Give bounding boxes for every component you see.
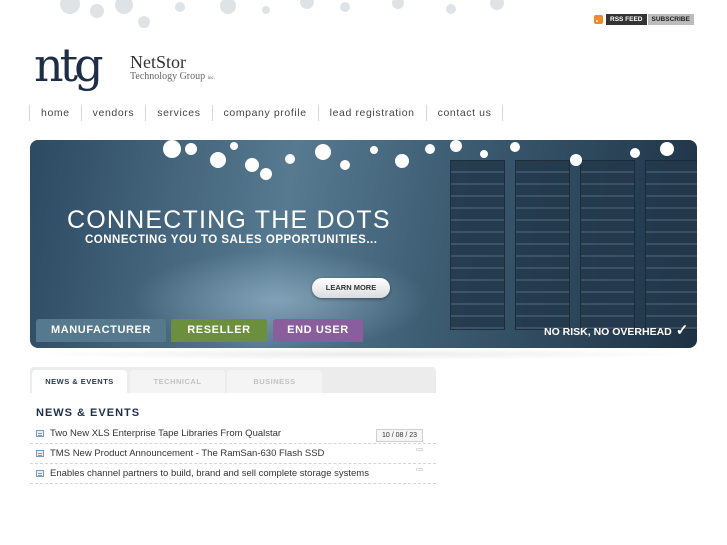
tab-technical[interactable]: TECHNICAL — [130, 370, 225, 393]
news-item[interactable]: Enables channel partners to build, brand… — [30, 464, 436, 484]
server-racks-image — [450, 160, 697, 330]
nav-vendors[interactable]: vendors — [80, 105, 146, 121]
rss-feed-label[interactable]: RSS FEED — [606, 13, 647, 25]
banner-subheadline: CONNECTING YOU TO SALES OPPORTUNITIES... — [85, 234, 378, 246]
rss-subscribe[interactable]: RSS FEED SUBSCRIBE — [594, 12, 694, 26]
tab-reseller[interactable]: RESELLER — [171, 319, 267, 342]
document-icon — [36, 450, 44, 457]
news-item-title[interactable]: TMS New Product Announcement - The RamSa… — [50, 448, 324, 459]
subscribe-button[interactable]: SUBSCRIBE — [647, 13, 694, 25]
nav-home[interactable]: home — [29, 105, 81, 121]
tab-news-events[interactable]: NEWS & EVENTS — [32, 370, 127, 393]
banner-tagline: NO RISK, NO OVERHEAD ✓ — [544, 322, 689, 339]
nav-lead-registration[interactable]: lead registration — [317, 105, 426, 121]
logo-mark: ntg — [34, 38, 104, 92]
checkmark-icon: ✓ — [675, 322, 689, 339]
banner-shadow — [30, 348, 697, 360]
main-nav: home vendors services company profile le… — [29, 105, 504, 121]
nav-services[interactable]: services — [145, 105, 211, 121]
news-item[interactable]: TMS New Product Announcement - The RamSa… — [30, 444, 436, 464]
company-logo[interactable]: ntg NetStor Technology Group inc. — [34, 38, 234, 102]
learn-more-button[interactable]: LEARN MORE — [312, 278, 390, 298]
banner-headline: CONNECTING THE DOTS — [67, 206, 391, 234]
news-list: Two New XLS Enterprise Tape Libraries Fr… — [30, 424, 436, 484]
tab-business[interactable]: BUSINESS — [227, 370, 322, 393]
document-icon — [36, 430, 44, 437]
tab-end-user[interactable]: END USER — [273, 319, 363, 342]
nav-contact-us[interactable]: contact us — [425, 105, 503, 121]
rss-icon — [594, 14, 603, 24]
nav-divider — [502, 105, 504, 121]
hero-banner: CONNECTING THE DOTS CONNECTING YOU TO SA… — [30, 140, 697, 348]
tab-manufacturer[interactable]: MANUFACTURER — [36, 319, 166, 342]
logo-tagline: Technology Group inc. — [130, 71, 215, 82]
news-heading: NEWS & EVENTS — [36, 407, 141, 419]
content-tabs: NEWS & EVENTS TECHNICAL BUSINESS — [30, 367, 436, 393]
document-icon — [36, 470, 44, 477]
logo-name: NetStor — [130, 52, 186, 72]
news-item-title[interactable]: Enables channel partners to build, brand… — [50, 468, 369, 479]
nav-company-profile[interactable]: company profile — [211, 105, 318, 121]
news-item-title[interactable]: Two New XLS Enterprise Tape Libraries Fr… — [50, 428, 281, 439]
news-item[interactable]: Two New XLS Enterprise Tape Libraries Fr… — [30, 424, 436, 444]
